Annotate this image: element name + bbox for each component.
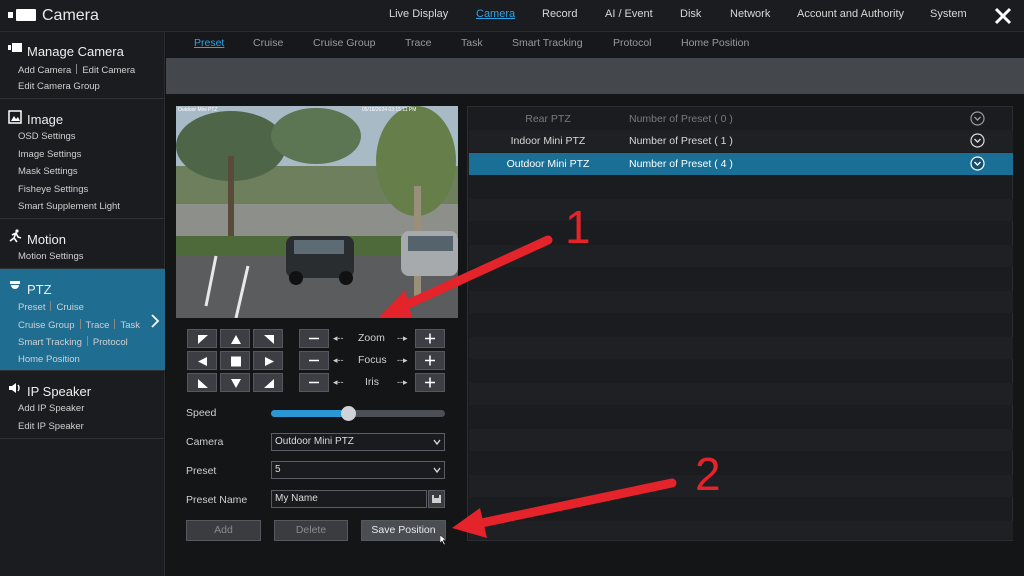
annotation-overlay [378, 235, 677, 538]
annotation-arrowhead-1 [378, 290, 412, 318]
annotation-arrowhead-2 [452, 508, 487, 538]
annotation-arrow-2 [467, 478, 677, 530]
annotation-number-1: 1 [565, 201, 591, 253]
annotation-number-2: 2 [695, 448, 721, 500]
annotation-arrow-1 [390, 235, 553, 315]
